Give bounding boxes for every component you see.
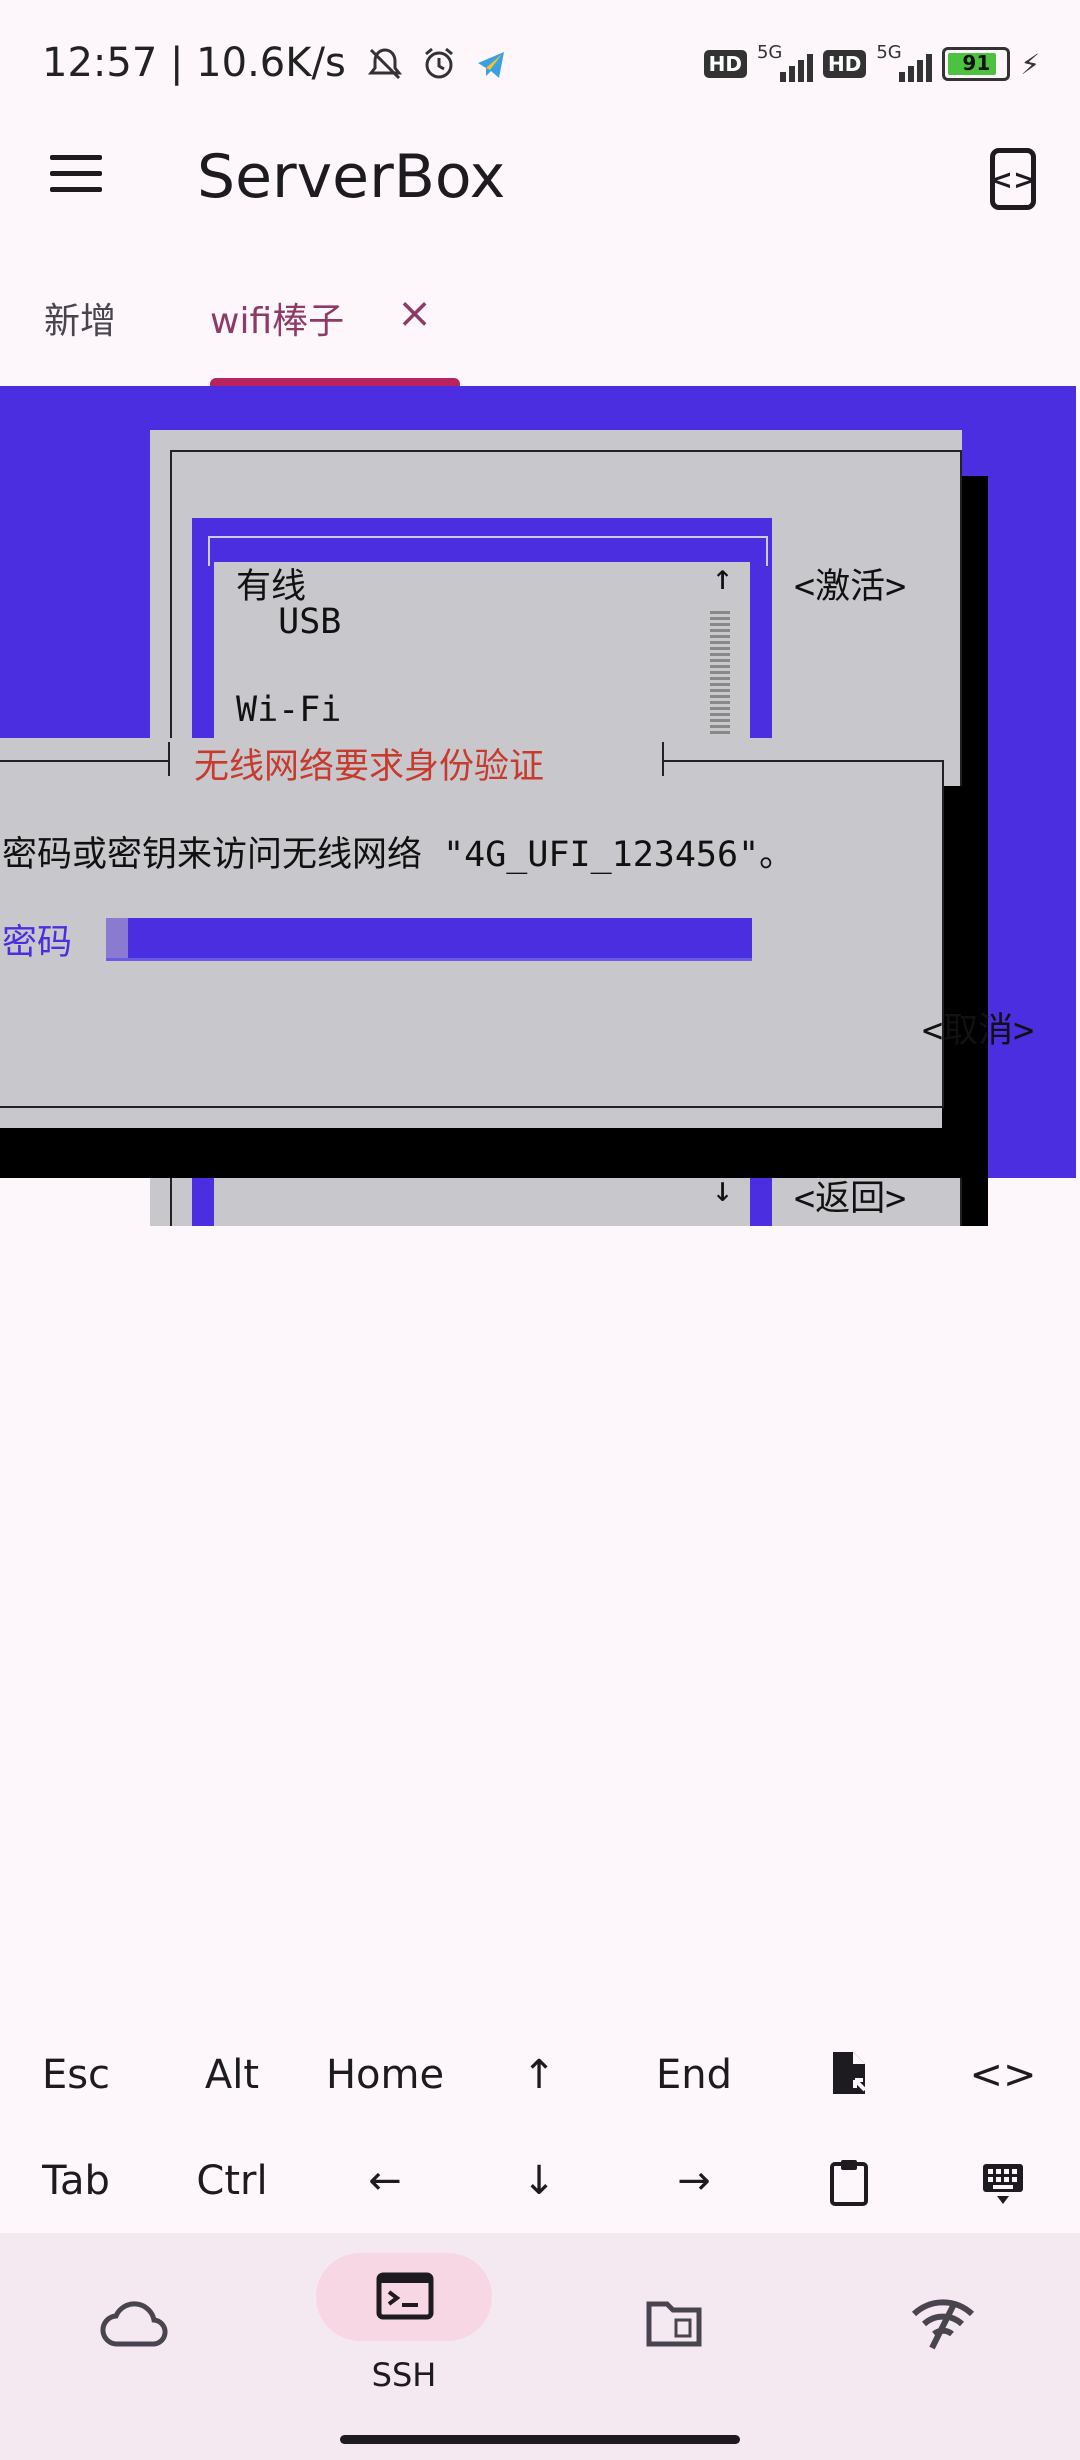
status-right: HD 5G HD 5G 91 ⚡ — [703, 42, 1040, 82]
terminal-view[interactable]: 有线 USB Wi-Fi ↑ ↓ <激活> <返回> 无线网络要求身份验证 密码… — [0, 386, 1080, 1226]
clipboard-icon[interactable] — [828, 2158, 870, 2210]
activate-button[interactable]: <激活> — [794, 558, 906, 609]
scroll-up-arrow[interactable]: ↑ — [712, 558, 733, 598]
hd-badge-2: HD — [822, 50, 867, 78]
password-label: 密码 — [2, 923, 73, 963]
cancel-button[interactable]: <取消> — [922, 1002, 1034, 1053]
tab-new[interactable]: 新增 — [44, 292, 116, 344]
network-type-2: 5G — [876, 42, 902, 63]
key-arrow-right[interactable]: → — [624, 2158, 764, 2204]
file-icon[interactable] — [829, 2050, 871, 2100]
key-code[interactable]: <> — [933, 2052, 1073, 2098]
list-item[interactable]: USB — [236, 602, 341, 642]
dialog-title: 无线网络要求身份验证 — [194, 747, 545, 787]
key-end[interactable]: End — [624, 2052, 764, 2098]
app-title: ServerBox — [197, 142, 506, 212]
key-arrow-down[interactable]: ↓ — [469, 2158, 609, 2204]
scrollbar[interactable] — [710, 610, 730, 734]
folder-icon[interactable] — [646, 2298, 702, 2352]
close-icon[interactable]: × — [397, 288, 432, 337]
list-item[interactable]: Wi-Fi — [236, 690, 341, 730]
dialog-message: 密码或密钥来访问无线网络 "4G_UFI_123456"。 — [2, 835, 795, 875]
hd-badge: HD — [703, 50, 747, 78]
key-arrow-left[interactable]: ← — [315, 2158, 455, 2204]
battery-level: 91 — [962, 51, 991, 75]
charging-icon: ⚡ — [1020, 47, 1040, 81]
status-bar: 12:57 | 10.6K/s HD 5G HD 5G 91 ⚡ — [0, 0, 1080, 135]
status-time: 12:57 | 10.6K/s — [42, 40, 510, 86]
status-time-text: 12:57 | 10.6K/s — [42, 40, 346, 86]
terminal-icon[interactable] — [376, 2272, 434, 2324]
cloud-icon[interactable] — [100, 2300, 170, 2354]
wifi-icon[interactable] — [911, 2296, 975, 2354]
code-switch-icon[interactable]: <> — [990, 148, 1036, 210]
signal-icon: 5G — [757, 42, 813, 82]
key-ctrl[interactable]: Ctrl — [162, 2158, 302, 2204]
mute-icon — [367, 48, 402, 80]
nav-ssh-label: SSH — [371, 2356, 437, 2394]
tab-indicator — [210, 378, 460, 386]
network-type: 5G — [756, 42, 783, 63]
text-cursor — [106, 918, 128, 958]
key-tab[interactable]: Tab — [6, 2158, 146, 2204]
menu-icon[interactable] — [50, 155, 102, 195]
password-field[interactable] — [106, 918, 752, 958]
keyboard-icon[interactable] — [981, 2162, 1025, 2210]
battery-icon: 91 — [942, 47, 1011, 81]
key-alt[interactable]: Alt — [162, 2052, 302, 2098]
key-esc[interactable]: Esc — [6, 2052, 146, 2098]
telegram-icon — [477, 52, 504, 78]
alarm-icon — [425, 47, 454, 79]
key-arrow-up[interactable]: ↑ — [469, 2052, 609, 2098]
tab-wifi[interactable]: wifi棒子 — [210, 292, 344, 344]
key-home[interactable]: Home — [315, 2052, 455, 2098]
home-indicator[interactable] — [340, 2435, 740, 2444]
signal-icon-2: 5G — [876, 42, 933, 82]
